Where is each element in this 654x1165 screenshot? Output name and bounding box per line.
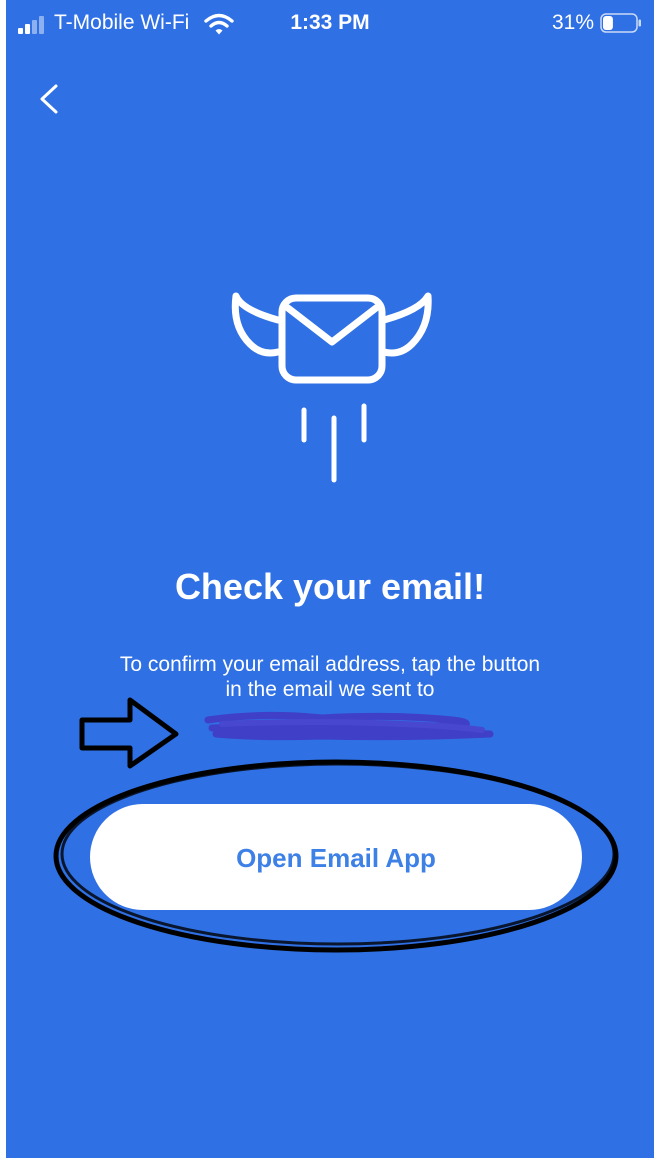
flying-envelope-icon — [231, 292, 432, 483]
message-line-1: To confirm your email address, tap the b… — [119, 653, 541, 676]
status-bar: T-Mobile Wi-Fi 1:33 PM 31% — [6, 0, 654, 46]
back-button[interactable] — [30, 76, 70, 122]
battery-icon — [600, 13, 641, 33]
chevron-left-icon — [40, 84, 58, 114]
annotation-arrow — [79, 697, 179, 769]
redacted-email-scribble — [204, 711, 494, 741]
open-email-app-button[interactable]: Open Email App — [90, 804, 582, 910]
page-title: Check your email! — [174, 566, 486, 607]
battery-percent: 31% — [551, 11, 594, 34]
confirmation-message: To confirm your email address, tap the b… — [6, 652, 654, 702]
email-confirmation-screen: T-Mobile Wi-Fi 1:33 PM 31% Check your em… — [6, 0, 654, 1158]
